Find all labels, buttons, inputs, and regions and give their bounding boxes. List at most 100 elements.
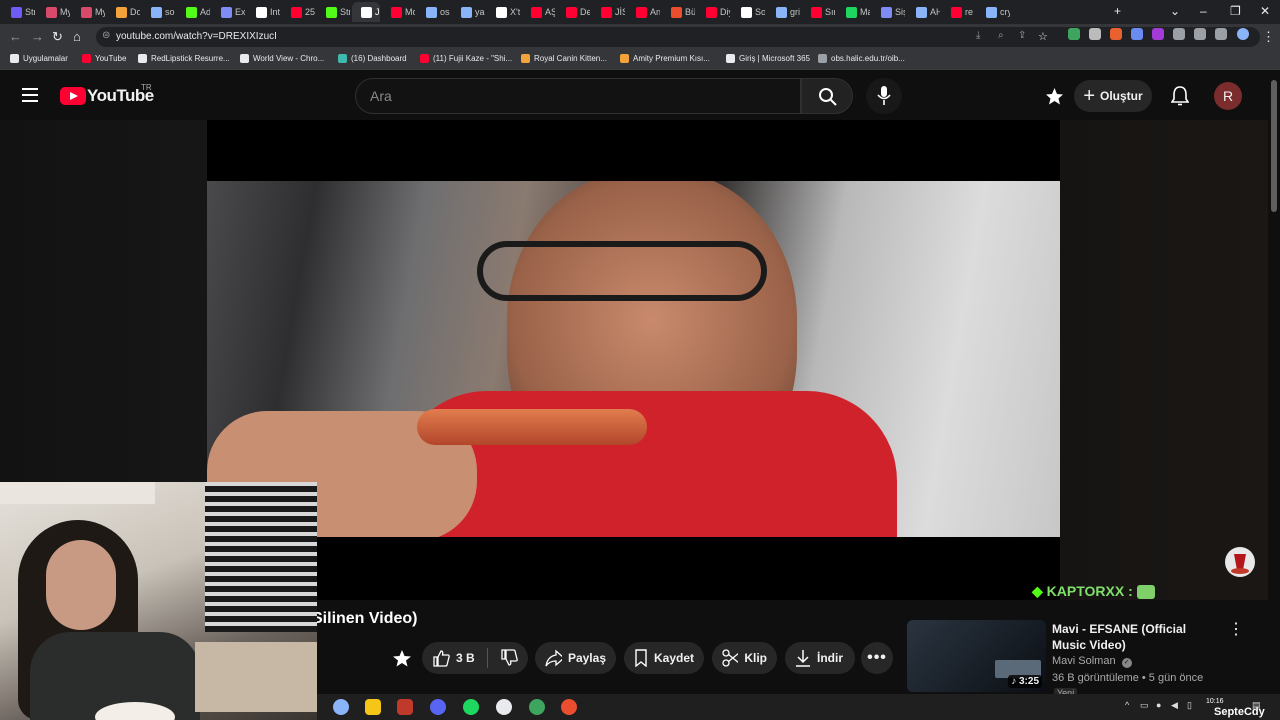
bookmark-item[interactable]: Amity Premium Kısı... <box>620 54 710 63</box>
share-button[interactable]: Paylaş <box>535 642 616 674</box>
browser-tab[interactable]: AH <box>907 2 940 22</box>
extension-purple-icon[interactable] <box>1152 28 1164 40</box>
menu-icon[interactable] <box>22 88 38 102</box>
extension-audio-icon[interactable] <box>1131 28 1143 40</box>
browser-tab[interactable]: Bü <box>662 2 695 22</box>
tray-mic-icon[interactable]: ● <box>1156 700 1161 710</box>
tab-search-icon[interactable]: ⌄ <box>1170 4 1180 18</box>
extension-fox-icon[interactable] <box>1110 28 1122 40</box>
taskbar-clock[interactable]: 10:16 <box>1206 697 1224 706</box>
recommended-video-thumbnail[interactable]: ♪ 3:25 <box>907 620 1046 692</box>
browser-tab[interactable]: J◂✕ <box>352 2 380 22</box>
back-icon[interactable]: ← <box>9 29 22 44</box>
bookmark-item[interactable]: obs.halic.edu.tr/oib... <box>818 54 905 63</box>
notifications-bell-icon[interactable] <box>1171 86 1189 106</box>
extension-puzzle-piece-icon[interactable] <box>1089 28 1101 40</box>
site-info-icon[interactable]: ⊜ <box>102 30 110 41</box>
browser-tab[interactable]: 25 <box>282 2 315 22</box>
app-icon[interactable] <box>529 699 545 715</box>
browser-tab[interactable]: AŞ <box>522 2 555 22</box>
chrome-profile-icon[interactable] <box>561 699 577 715</box>
youtube-logo-icon[interactable] <box>60 87 86 105</box>
browser-tab[interactable]: Mo <box>382 2 415 22</box>
premium-sparkle-icon[interactable] <box>1045 87 1064 105</box>
extensions-icon[interactable] <box>1173 28 1185 40</box>
browser-tab[interactable]: My <box>37 2 70 22</box>
browser-tab[interactable]: Siş <box>872 2 905 22</box>
browser-tab[interactable]: Diy <box>697 2 730 22</box>
bookmark-item[interactable]: Giriş | Microsoft 365 <box>726 54 810 63</box>
discord-icon[interactable] <box>430 699 446 715</box>
browser-tab[interactable]: Exc <box>212 2 245 22</box>
video-frame[interactable] <box>207 181 1060 537</box>
thumbs-down-icon[interactable] <box>500 649 518 667</box>
browser-tab[interactable]: yal <box>452 2 485 22</box>
voicemeeter-icon[interactable] <box>397 699 413 715</box>
thumbs-up-icon[interactable] <box>432 649 450 667</box>
close-window-button[interactable]: ✕ <box>1260 4 1270 18</box>
browser-tab[interactable]: JİSİ <box>592 2 625 22</box>
bookmark-item[interactable]: (16) Dashboard <box>338 54 407 63</box>
avatar[interactable]: R <box>1214 82 1242 110</box>
download-button[interactable]: İndir <box>785 642 855 674</box>
browser-tab[interactable]: My <box>72 2 105 22</box>
address-bar[interactable]: ⊜ youtube.com/watch?v=DREXIXIzucI ⤓ ⌕ ⇪ … <box>96 27 1260 47</box>
bookmark-item[interactable]: (11) Fujii Kaze - "Shi... <box>420 54 512 63</box>
browser-tab[interactable]: cry <box>977 2 1010 22</box>
browser-tab[interactable]: Str <box>317 2 350 22</box>
bookmark-item[interactable]: Uygulamalar <box>10 54 68 63</box>
tray-volume-icon[interactable]: ◀ <box>1171 700 1178 711</box>
share-icon[interactable]: ⇪ <box>1018 30 1026 41</box>
tray-battery-icon[interactable]: ▯ <box>1187 700 1192 711</box>
like-count[interactable]: 3 B <box>456 651 475 665</box>
forward-icon[interactable]: → <box>31 29 44 44</box>
browser-tab[interactable]: Ma <box>837 2 870 22</box>
browser-tab[interactable]: Int <box>247 2 280 22</box>
browser-tab[interactable]: sor <box>142 2 175 22</box>
maximize-button[interactable]: ❐ <box>1230 4 1241 18</box>
bookmark-star-icon[interactable]: ☆ <box>1038 30 1048 43</box>
extension-shield-icon[interactable] <box>1068 28 1080 40</box>
browser-tab[interactable]: Ad <box>177 2 210 22</box>
tray-network-icon[interactable]: ▭ <box>1140 700 1149 711</box>
bookmark-item[interactable]: RedLipstick Resurre... <box>138 54 230 63</box>
bookmark-item[interactable]: YouTube <box>82 54 126 63</box>
reading-list-icon[interactable] <box>1194 28 1206 40</box>
tray-chevron-icon[interactable]: ^ <box>1125 700 1129 710</box>
more-actions-button[interactable]: ••• <box>861 642 893 674</box>
bookmark-item[interactable]: World View - Chro... <box>240 54 324 63</box>
search-button[interactable] <box>801 78 853 114</box>
notification-center-icon[interactable]: ▤ <box>1252 700 1261 711</box>
profile-avatar-icon[interactable] <box>1237 28 1249 40</box>
browser-tab[interactable]: De <box>557 2 590 22</box>
file-explorer-icon[interactable] <box>365 699 381 715</box>
browser-tab[interactable]: osc <box>417 2 450 22</box>
bookmark-item[interactable]: Royal Canin Kitten... <box>521 54 607 63</box>
minimize-button[interactable]: – <box>1200 4 1207 18</box>
browser-tab[interactable]: gri <box>767 2 800 22</box>
browser-tab[interactable]: X'te <box>487 2 520 22</box>
voice-search-button[interactable] <box>866 78 902 114</box>
recommended-video-title[interactable]: Mavi - EFSANE (Official Music Video) <box>1052 621 1220 653</box>
premium-sparkle-button[interactable] <box>392 642 418 674</box>
browser-tab[interactable]: So <box>732 2 765 22</box>
recommended-channel-name[interactable]: Mavi Solman ✓ <box>1052 655 1132 668</box>
install-icon[interactable]: ⤓ <box>976 30 980 41</box>
recommendation-menu-icon[interactable]: ⋮ <box>1228 619 1244 639</box>
browser-tab[interactable]: An <box>627 2 660 22</box>
chrome-menu-icon[interactable]: ⋮ <box>1262 29 1275 45</box>
scrollbar-thumb[interactable] <box>1271 80 1277 212</box>
search-input[interactable]: Ara <box>355 78 801 114</box>
reload-icon[interactable]: ↻ <box>52 29 63 45</box>
new-tab-button[interactable]: + <box>1114 4 1121 18</box>
zoom-icon[interactable]: ⌕ <box>998 30 1004 41</box>
browser-tab[interactable]: Sır <box>802 2 835 22</box>
url-text[interactable]: youtube.com/watch?v=DREXIXIzucI <box>116 31 277 42</box>
browser-tab[interactable]: Do <box>107 2 140 22</box>
spotify-icon[interactable] <box>463 699 479 715</box>
side-panel-icon[interactable] <box>1215 28 1227 40</box>
chrome-taskbar-icon[interactable] <box>333 699 349 715</box>
browser-tab[interactable]: re <box>942 2 975 22</box>
clip-button[interactable]: Klip <box>712 642 777 674</box>
create-button[interactable]: + Oluştur <box>1074 80 1152 112</box>
